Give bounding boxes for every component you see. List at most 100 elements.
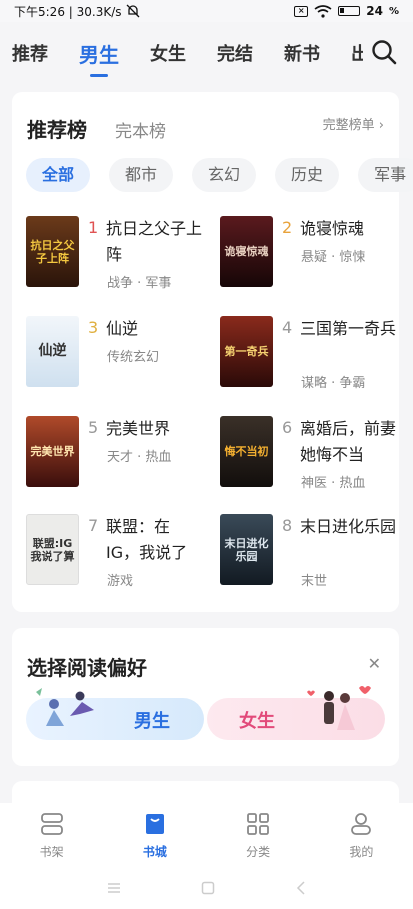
book-tags: 游戏 (107, 574, 134, 589)
book-cover[interactable]: 仙逆 (26, 316, 79, 387)
bottom-nav-label: 分类 (246, 845, 271, 859)
book-item[interactable]: 末日进化乐园 8 末日进化乐园 末世 (220, 514, 405, 604)
mute-bell-icon (126, 4, 139, 18)
book-tags: 末世 (301, 574, 328, 589)
system-nav-bar (0, 867, 413, 909)
male-preference-button[interactable]: 男生 (26, 688, 204, 740)
book-title[interactable]: 诡寝惊魂 (300, 216, 396, 242)
tab-publish[interactable]: 出 (351, 40, 363, 66)
search-icon[interactable] (371, 39, 397, 65)
book-item[interactable]: 仙逆 3 仙逆 传统玄幻 (26, 316, 211, 406)
ranking-header: 推荐榜 完本榜 完整榜单 › (27, 114, 384, 143)
book-title[interactable]: 离婚后，前妻她悔不当 (300, 416, 396, 468)
book-cover[interactable]: 联盟:IG 我说了算 (26, 514, 79, 585)
book-cover[interactable]: 末日进化乐园 (220, 514, 273, 585)
book-cover[interactable]: 诡寝惊魂 (220, 216, 273, 287)
book-cover[interactable]: 完美世界 (26, 416, 79, 487)
book-title[interactable]: 联盟：在IG，我说了 (106, 514, 202, 566)
chip-all[interactable]: 全部 (26, 158, 91, 192)
status-bar: 下午5:26 | 30.3K/s × 24% (0, 0, 413, 22)
book-cover-text: 悔不当初 (224, 445, 269, 458)
close-icon[interactable]: ✕ (368, 654, 381, 673)
preference-title: 选择阅读偏好 (27, 656, 147, 680)
battery-percent-sign: % (388, 5, 399, 17)
ranking-card: 推荐榜 完本榜 完整榜单 › 全部 都市 玄幻 历史 军事 抗日之父子上阵 1 … (12, 92, 413, 612)
category-icon (247, 813, 270, 835)
book-title[interactable]: 完美世界 (106, 416, 202, 442)
book-item[interactable]: 第一奇兵 4 三国第一奇兵 谋略 · 争霸 (220, 316, 405, 406)
book-item[interactable]: 悔不当初 6 离婚后，前妻她悔不当 神医 · 热血 (220, 416, 405, 506)
chip-military[interactable]: 军事 (358, 158, 413, 192)
book-title[interactable]: 仙逆 (106, 316, 202, 342)
bookstore-icon (145, 814, 164, 834)
book-tags: 悬疑 · 惊悚 (301, 250, 366, 265)
battery-level: 24 (366, 4, 383, 18)
book-tags: 天才 · 热血 (107, 450, 172, 465)
chip-fantasy[interactable]: 玄幻 (192, 158, 257, 192)
book-title[interactable]: 末日进化乐园 (300, 514, 396, 540)
full-list-link[interactable]: 完整榜单 › (323, 114, 384, 133)
couple-illustration (307, 686, 371, 730)
tab-recommend[interactable]: 推荐 (12, 40, 48, 66)
book-cover-text: 末日进化乐园 (224, 536, 269, 563)
category-chips: 全部 都市 玄幻 历史 军事 (26, 158, 413, 192)
book-rank: 5 (88, 418, 99, 437)
book-rank: 8 (282, 516, 293, 535)
female-label: 女生 (239, 711, 275, 732)
sim-off-icon: × (294, 5, 309, 17)
menu-icon[interactable] (107, 882, 121, 894)
book-cover-text: 完美世界 (30, 445, 75, 458)
bottom-nav-bookshelf[interactable]: 书架 (0, 803, 103, 867)
book-cover-text: 仙逆 (38, 343, 67, 359)
male-label: 男生 (134, 711, 170, 732)
back-icon[interactable] (295, 881, 307, 895)
book-title[interactable]: 三国第一奇兵 (300, 316, 396, 342)
female-preference-button[interactable]: 女生 (207, 686, 385, 740)
bottom-nav-label: 我的 (349, 845, 374, 859)
tab-male[interactable]: 男生 (79, 39, 119, 77)
bottom-nav-label: 书城 (142, 845, 167, 859)
book-cover[interactable]: 第一奇兵 (220, 316, 273, 387)
book-item[interactable]: 完美世界 5 完美世界 天才 · 热血 (26, 416, 211, 506)
book-tags: 谋略 · 争霸 (301, 376, 366, 391)
book-cover-text: 抗日之父子上阵 (30, 238, 75, 265)
bookshelf-icon (40, 813, 63, 835)
tab-completed[interactable]: 完结 (217, 40, 253, 66)
chip-history[interactable]: 历史 (275, 158, 340, 192)
bottom-nav-category[interactable]: 分类 (207, 803, 310, 867)
book-rank: 3 (88, 318, 99, 337)
status-time-speed: 下午5:26 | 30.3K/s (14, 4, 122, 19)
book-item[interactable]: 联盟:IG 我说了算 7 联盟：在IG，我说了 游戏 (26, 514, 211, 604)
ranking-title[interactable]: 推荐榜 (27, 114, 87, 143)
bottom-nav-profile[interactable]: 我的 (310, 803, 413, 867)
home-icon[interactable] (201, 881, 215, 895)
tab-female[interactable]: 女生 (150, 40, 186, 66)
book-tags: 传统玄幻 (107, 350, 160, 365)
book-cover-text: 第一奇兵 (224, 345, 269, 358)
bottom-nav-bookstore[interactable]: 书城 (103, 803, 206, 867)
wifi-icon (314, 4, 332, 18)
book-cover-text: 联盟:IG 我说了算 (30, 536, 75, 563)
male-reader-illustration (36, 688, 94, 726)
completed-ranking-tab[interactable]: 完本榜 (115, 117, 166, 142)
book-cover-text: 诡寝惊魂 (224, 245, 269, 258)
tab-new-books[interactable]: 新书 (284, 40, 320, 66)
book-tags: 战争 · 军事 (107, 276, 172, 291)
book-tags: 神医 · 热血 (301, 476, 366, 491)
book-rank: 1 (88, 218, 99, 237)
book-title[interactable]: 抗日之父子上阵 (106, 216, 202, 268)
battery-icon (338, 6, 361, 16)
book-item[interactable]: 抗日之父子上阵 1 抗日之父子上阵 战争 · 军事 (26, 216, 211, 306)
bottom-nav: 书架 书城 分类 我的 (0, 803, 413, 867)
book-item[interactable]: 诡寝惊魂 2 诡寝惊魂 悬疑 · 惊悚 (220, 216, 405, 306)
book-rank: 2 (282, 218, 293, 237)
reading-preference-card: 选择阅读偏好 ✕ 男生 女生 (12, 628, 399, 766)
chip-urban[interactable]: 都市 (109, 158, 174, 192)
book-cover[interactable]: 悔不当初 (220, 416, 273, 487)
book-cover[interactable]: 抗日之父子上阵 (26, 216, 79, 287)
book-rank: 7 (88, 516, 99, 535)
profile-icon (351, 813, 372, 835)
bottom-nav-label: 书架 (39, 845, 64, 859)
book-rank: 4 (282, 318, 293, 337)
top-nav: 推荐 男生 女生 完结 新书 出 (0, 22, 413, 84)
